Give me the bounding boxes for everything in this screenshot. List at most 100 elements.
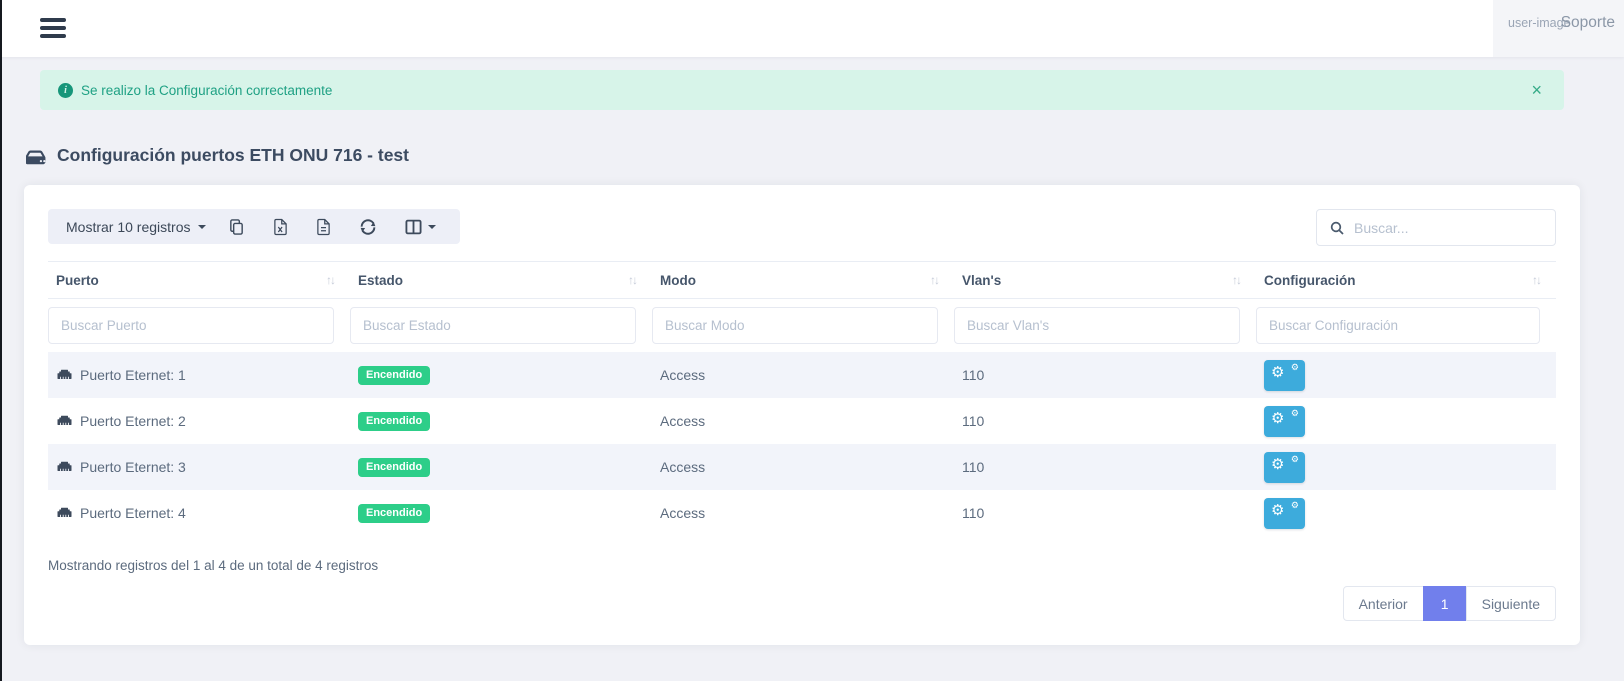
status-badge: Encendido <box>358 366 430 385</box>
cell-puerto: Puerto Eternet: 3 <box>48 459 350 475</box>
sort-icon[interactable]: ↑↓ <box>1232 273 1240 287</box>
records-info: Mostrando registros del 1 al 4 de un tot… <box>48 558 1556 573</box>
refresh-button[interactable] <box>345 209 391 244</box>
pagination-previous-button[interactable]: Anterior <box>1343 586 1424 621</box>
filter-input-estado[interactable] <box>350 307 636 344</box>
table-columns-icon <box>405 219 422 235</box>
ethernet-icon <box>56 460 73 474</box>
sort-icon[interactable]: ↑↓ <box>326 273 334 287</box>
cogs-icon: ⚙ <box>1291 409 1299 418</box>
search-input[interactable] <box>1354 220 1543 236</box>
pagination: Anterior 1 Siguiente <box>48 586 1556 621</box>
search-icon <box>1329 220 1345 236</box>
table-row: Puerto Eternet: 1 Encendido Access 110 ⚙… <box>48 352 1556 398</box>
cell-vlan: 110 <box>954 367 1256 383</box>
cogs-icon: ⚙ <box>1271 365 1284 380</box>
page-length-dropdown[interactable]: Mostrar 10 registros <box>58 209 214 244</box>
export-file-button[interactable] <box>302 209 345 244</box>
alert-message: Se realizo la Configuración correctament… <box>81 83 332 98</box>
table-row: Puerto Eternet: 2 Encendido Access 110 ⚙… <box>48 398 1556 444</box>
cogs-icon: ⚙ <box>1271 457 1284 472</box>
page-length-label: Mostrar 10 registros <box>66 219 190 235</box>
cogs-icon: ⚙ <box>1291 501 1299 510</box>
sort-icon[interactable]: ↑↓ <box>930 273 938 287</box>
copy-icon <box>228 218 245 236</box>
close-icon[interactable]: × <box>1527 81 1546 99</box>
export-excel-button[interactable] <box>259 209 302 244</box>
cell-estado: Encendido <box>350 366 652 385</box>
user-name[interactable]: Soporte <box>1561 14 1615 32</box>
column-header-puerto[interactable]: Puerto↑↓ <box>48 273 350 288</box>
cell-modo: Access <box>652 459 954 475</box>
cell-estado: Encendido <box>350 412 652 431</box>
cogs-icon: ⚙ <box>1271 411 1284 426</box>
filter-input-modo[interactable] <box>652 307 938 344</box>
copy-button[interactable] <box>214 209 259 244</box>
cell-puerto: Puerto Eternet: 1 <box>48 367 350 383</box>
filter-input-puerto[interactable] <box>48 307 334 344</box>
menu-icon[interactable] <box>40 16 66 40</box>
cell-estado: Encendido <box>350 458 652 477</box>
column-header-estado[interactable]: Estado↑↓ <box>350 273 652 288</box>
table-card: Mostrar 10 registros <box>24 185 1580 645</box>
cell-vlan: 110 <box>954 459 1256 475</box>
table-row: Puerto Eternet: 4 Encendido Access 110 ⚙… <box>48 490 1556 536</box>
success-alert: i Se realizo la Configuración correctame… <box>40 70 1564 110</box>
filter-input-vlans[interactable] <box>954 307 1240 344</box>
table-footer: Mostrando registros del 1 al 4 de un tot… <box>48 558 1556 621</box>
sort-icon[interactable]: ↑↓ <box>1532 273 1540 287</box>
refresh-icon <box>359 218 377 236</box>
cell-estado: Encendido <box>350 504 652 523</box>
chevron-down-icon <box>428 225 436 229</box>
user-menu[interactable]: user-image Soporte <box>1493 0 1624 57</box>
global-search <box>1316 209 1556 246</box>
table-toolbar: Mostrar 10 registros <box>48 209 1556 246</box>
cogs-icon: ⚙ <box>1291 455 1299 464</box>
configure-port-button[interactable]: ⚙⚙ <box>1264 452 1305 483</box>
ethernet-icon <box>56 368 73 382</box>
cell-vlan: 110 <box>954 413 1256 429</box>
topbar: user-image Soporte <box>0 0 1624 57</box>
cell-puerto: Puerto Eternet: 2 <box>48 413 350 429</box>
pagination-next-button[interactable]: Siguiente <box>1466 586 1556 621</box>
page-title: Configuración puertos ETH ONU 716 - test <box>26 145 409 166</box>
configure-port-button[interactable]: ⚙⚙ <box>1264 360 1305 391</box>
column-header-vlans[interactable]: Vlan's↑↓ <box>954 273 1256 288</box>
toolbar-button-group: Mostrar 10 registros <box>48 209 460 244</box>
column-header-configuracion[interactable]: Configuración↑↓ <box>1256 273 1556 288</box>
cell-puerto: Puerto Eternet: 4 <box>48 505 350 521</box>
hdd-icon <box>26 147 48 165</box>
cogs-icon: ⚙ <box>1271 503 1284 518</box>
cell-configuracion: ⚙⚙ <box>1256 498 1556 529</box>
table-row: Puerto Eternet: 3 Encendido Access 110 ⚙… <box>48 444 1556 490</box>
table-header-row: Puerto↑↓ Estado↑↓ Modo↑↓ Vlan's↑↓ Config… <box>48 261 1556 299</box>
cell-configuracion: ⚙⚙ <box>1256 360 1556 391</box>
status-badge: Encendido <box>358 412 430 431</box>
viewport-left-edge <box>0 0 2 681</box>
cell-modo: Access <box>652 413 954 429</box>
main-content: i Se realizo la Configuración correctame… <box>0 57 1624 681</box>
column-header-modo[interactable]: Modo↑↓ <box>652 273 954 288</box>
file-excel-icon <box>273 218 288 236</box>
cell-modo: Access <box>652 367 954 383</box>
cell-modo: Access <box>652 505 954 521</box>
cell-configuracion: ⚙⚙ <box>1256 406 1556 437</box>
chevron-down-icon <box>198 225 206 229</box>
filter-input-configuracion[interactable] <box>1256 307 1540 344</box>
configure-port-button[interactable]: ⚙⚙ <box>1264 498 1305 529</box>
info-icon: i <box>58 83 73 98</box>
ethernet-icon <box>56 414 73 428</box>
data-table: Puerto↑↓ Estado↑↓ Modo↑↓ Vlan's↑↓ Config… <box>48 261 1556 536</box>
table-filter-row <box>48 299 1556 352</box>
configure-port-button[interactable]: ⚙⚙ <box>1264 406 1305 437</box>
cell-configuracion: ⚙⚙ <box>1256 452 1556 483</box>
status-badge: Encendido <box>358 504 430 523</box>
file-lines-icon <box>316 218 331 236</box>
status-badge: Encendido <box>358 458 430 477</box>
ethernet-icon <box>56 506 73 520</box>
cell-vlan: 110 <box>954 505 1256 521</box>
sort-icon[interactable]: ↑↓ <box>628 273 636 287</box>
pagination-page-1-button[interactable]: 1 <box>1423 586 1467 621</box>
page-title-text: Configuración puertos ETH ONU 716 - test <box>57 145 409 166</box>
column-visibility-button[interactable] <box>391 209 450 244</box>
